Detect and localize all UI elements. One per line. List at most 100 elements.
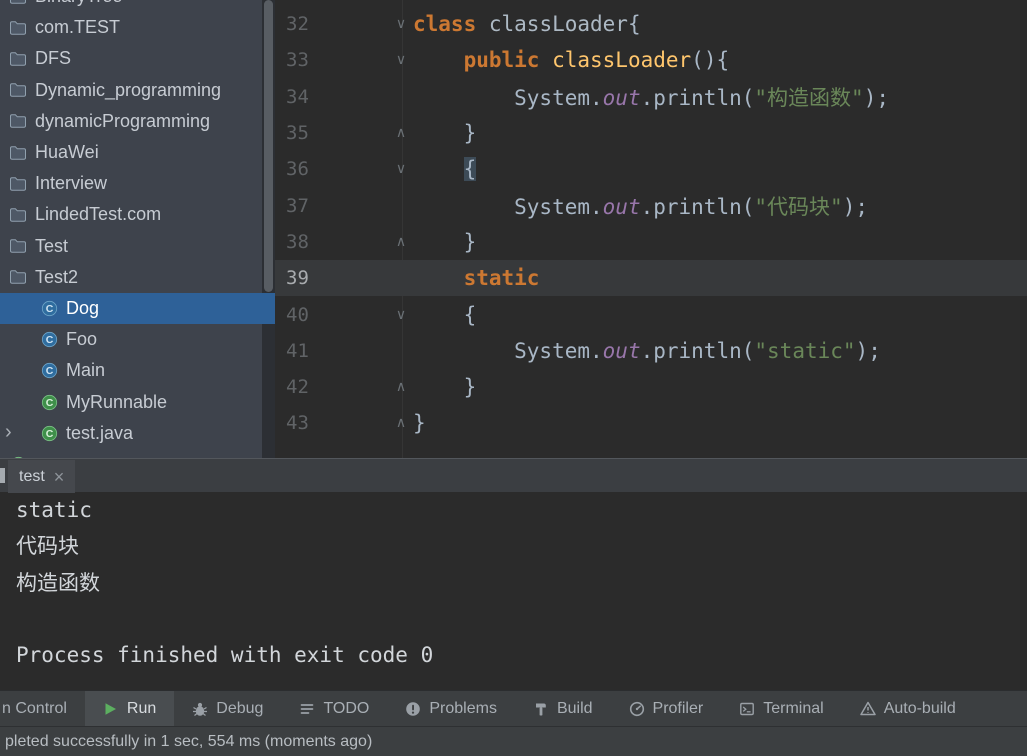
tree-item-label: BinaryTree — [35, 0, 122, 7]
toolwindow-button-build[interactable]: Build — [515, 691, 611, 726]
code-editor[interactable]: 32 ∨ class classLoader{33 ∨ public classLoa… — [275, 0, 1027, 458]
code-line-36[interactable]: 36 ∨ { — [275, 151, 1027, 187]
status-bar: pleted successfully in 1 sec, 554 ms (mo… — [0, 726, 1027, 756]
code-token: out — [602, 194, 641, 219]
folder-icon — [9, 82, 27, 99]
tree-item-main[interactable]: C Main — [0, 355, 275, 386]
tree-item-foo[interactable]: C Foo — [0, 324, 275, 355]
fold-open-icon[interactable]: ∨ — [389, 16, 413, 32]
code-token: classLoader — [488, 12, 628, 37]
code-text: class classLoader{ — [413, 12, 641, 36]
svg-text:C: C — [45, 366, 53, 378]
folder-icon — [9, 50, 27, 67]
console-line: 代码块 — [16, 534, 79, 559]
tree-item-dynamic-programming[interactable]: Dynamic_programming — [0, 75, 275, 106]
tree-item-partial[interactable]: C — [0, 449, 275, 458]
toolwindow-button-profiler[interactable]: Profiler — [611, 691, 722, 726]
fold-close-icon[interactable]: ∧ — [389, 379, 413, 395]
status-message: pleted successfully in 1 sec, 554 ms (mo… — [5, 732, 373, 750]
expand-chevron-icon[interactable]: › — [5, 422, 12, 442]
tree-item-label: MyRunnable — [66, 391, 168, 412]
toolwindow-button-run[interactable]: Run — [84, 691, 175, 726]
tree-item-binarytree[interactable]: BinaryTree — [0, 0, 275, 12]
fold-open-icon[interactable]: ∨ — [389, 307, 413, 323]
toolwindow-button-label: Problems — [429, 699, 497, 717]
console-line: static — [16, 498, 92, 522]
tree-item-test[interactable]: Test — [0, 231, 275, 262]
tree-item-interview[interactable]: Interview — [0, 168, 275, 199]
toolwindow-button-todo[interactable]: TODO — [281, 691, 387, 726]
run-tab-bar: test × — [0, 458, 1027, 493]
toolwindow-button-label: Auto-build — [883, 699, 956, 717]
fold-close-icon[interactable]: ∧ — [389, 415, 413, 431]
project-tree: BinaryTree com.TEST DFS Dynamic_programming… — [0, 0, 275, 458]
code-line-38[interactable]: 38 ∧ } — [275, 224, 1027, 260]
partial-icon — [0, 468, 5, 483]
fold-close-icon[interactable]: ∧ — [389, 234, 413, 250]
line-number: 34 — [286, 85, 309, 108]
code-line-34[interactable]: 34 System.out.println("构造函数"); — [275, 79, 1027, 115]
tree-item-myrunnable[interactable]: C MyRunnable — [0, 386, 275, 417]
fold-close-icon[interactable]: ∧ — [389, 125, 413, 141]
toolwindow-button-auto-build[interactable]: Auto-build — [842, 691, 974, 726]
gauge-icon — [629, 701, 645, 717]
code-line-43[interactable]: 43 ∧} — [275, 405, 1027, 441]
tree-item-com-test[interactable]: com.TEST — [0, 12, 275, 43]
line-number: 42 — [286, 376, 309, 399]
close-icon[interactable]: × — [54, 468, 65, 486]
toolwindow-button-n-control[interactable]: n Control — [0, 691, 85, 726]
folder-icon — [9, 19, 27, 36]
folder-icon — [9, 175, 27, 192]
fold-open-icon[interactable]: ∨ — [389, 161, 413, 177]
code-line-42[interactable]: 42 ∧ } — [275, 369, 1027, 405]
toolwindow-button-label: TODO — [323, 699, 370, 717]
code-line-41[interactable]: 41 System.out.println("static"); — [275, 333, 1027, 369]
console-output[interactable]: static 代码块 构造函数 Process finished with exit… — [0, 492, 1027, 690]
code-token: class — [413, 12, 477, 37]
toolwindow-button-label: Debug — [216, 699, 264, 717]
toolwindow-button-problems[interactable]: Problems — [387, 691, 515, 726]
ide-window: BinaryTree com.TEST DFS Dynamic_programming… — [0, 0, 1027, 756]
code-line-39[interactable]: 39 static — [275, 260, 1027, 297]
code-token: out — [602, 338, 641, 363]
fold-open-icon[interactable]: ∨ — [389, 52, 413, 68]
svg-text:C: C — [45, 334, 53, 346]
bug-icon — [192, 701, 208, 717]
code-token: static — [463, 266, 540, 291]
tree-item-test-java[interactable]: › Ctest.java — [0, 418, 275, 449]
tree-item-test2[interactable]: Test2 — [0, 262, 275, 293]
tree-item-huawei[interactable]: HuaWei — [0, 137, 275, 168]
code-line-35[interactable]: 35 ∧ } — [275, 115, 1027, 151]
tree-item-dog[interactable]: C Dog — [0, 292, 275, 325]
code-line-32[interactable]: 32 ∨ class classLoader{ — [275, 6, 1027, 42]
code-token: } — [413, 411, 426, 436]
code-line-33[interactable]: 33 ∨ public classLoader(){ — [275, 42, 1027, 78]
code-text: { — [413, 157, 477, 182]
class-blue-icon: C — [40, 300, 58, 317]
tree-item-dynamicprogramming[interactable]: dynamicProgramming — [0, 106, 275, 137]
tree-item-lindedtest-com[interactable]: LindedTest.com — [0, 199, 275, 230]
class-blue-icon: C — [40, 331, 58, 348]
tree-item-label: LindedTest.com — [35, 204, 162, 225]
code-line-37[interactable]: 37 System.out.println("代码块"); — [275, 187, 1027, 223]
code-token: ); — [855, 338, 881, 363]
line-number: 38 — [286, 230, 309, 253]
code-line-40[interactable]: 40 ∨ { — [275, 296, 1027, 332]
toolwindow-button-terminal[interactable]: Terminal — [721, 691, 841, 726]
toolwindow-button-debug[interactable]: Debug — [174, 691, 281, 726]
code-token: classLoader — [552, 48, 692, 73]
folder-icon — [9, 113, 27, 130]
code-text: static — [413, 266, 540, 291]
toolwindow-button-label: Run — [126, 699, 157, 717]
code-token: "构造函数" — [754, 85, 864, 110]
svg-text:C: C — [45, 428, 53, 440]
error-icon — [405, 701, 421, 717]
code-text: System.out.println("构造函数"); — [413, 82, 889, 112]
folder-icon — [9, 269, 27, 286]
tree-item-dfs[interactable]: DFS — [0, 43, 275, 74]
run-tab-test[interactable]: test × — [8, 460, 76, 493]
toolwindow-button-label: Terminal — [763, 699, 824, 717]
tree-item-label: HuaWei — [35, 142, 99, 163]
